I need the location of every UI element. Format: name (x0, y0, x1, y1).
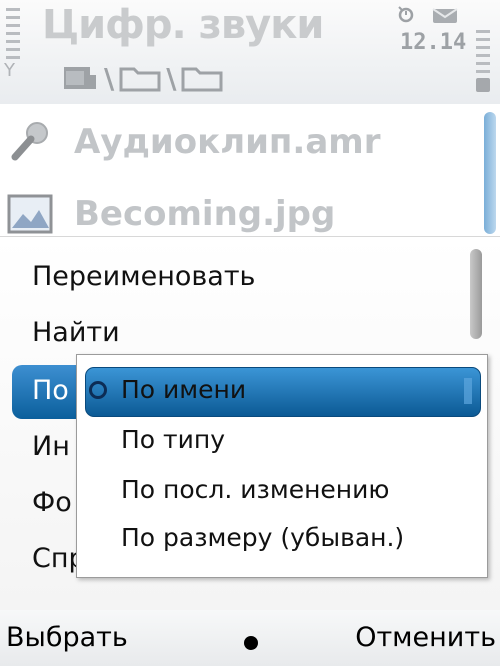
radio-selected-icon (89, 381, 107, 399)
menu-item-find[interactable]: Найти (32, 317, 120, 348)
path-separator: \ (104, 61, 115, 95)
image-icon (7, 194, 53, 234)
submenu-item-by-size[interactable]: По размеру (убыван.) (121, 523, 404, 552)
menu-item-info[interactable]: Ин (32, 431, 70, 462)
menu-scrollbar[interactable] (470, 249, 482, 339)
battery-indicator (476, 8, 490, 98)
memory-card-icon (64, 67, 96, 89)
signal-strength-indicator (6, 6, 20, 96)
folder-path: \ \ (60, 60, 224, 96)
antenna-icon: Y (4, 60, 15, 81)
list-scrollbar[interactable] (484, 112, 496, 234)
list-item[interactable]: Аудиоклип.amr (0, 112, 480, 172)
file-name: Becoming.jpg (74, 194, 336, 234)
file-name: Аудиоклип.amr (74, 122, 381, 162)
submenu-item-by-name[interactable]: По имени (121, 375, 246, 404)
list-item[interactable]: Becoming.jpg (0, 184, 480, 244)
clock: 12.14 (400, 30, 467, 55)
softkey-bar: Выбрать Отменить (0, 610, 500, 666)
alarm-icon (398, 6, 414, 23)
message-icon (432, 8, 458, 23)
folder-icon (119, 67, 161, 92)
file-list: Аудиоклип.amr Becoming.jpg (0, 104, 500, 238)
folder-icon (181, 67, 223, 92)
page-title: Цифр. звуки (42, 2, 324, 48)
menu-item-sort[interactable]: По (32, 375, 69, 406)
path-separator: \ (166, 61, 177, 95)
menu-item-format[interactable]: Фо (32, 487, 72, 518)
left-softkey[interactable]: Выбрать (6, 622, 128, 653)
menu-item-rename[interactable]: Переименовать (32, 261, 255, 292)
submenu-item-by-type[interactable]: По типу (121, 425, 225, 454)
status-pane: Y Цифр. звуки 12.14 \ \ (0, 0, 500, 104)
sort-submenu: По имени По типу По посл. изменению По р… (76, 354, 488, 578)
middle-softkey-dot-icon[interactable] (244, 636, 258, 650)
microphone-icon (11, 122, 48, 161)
submenu-item-by-modified[interactable]: По посл. изменению (121, 475, 389, 504)
right-softkey[interactable]: Отменить (355, 622, 496, 653)
